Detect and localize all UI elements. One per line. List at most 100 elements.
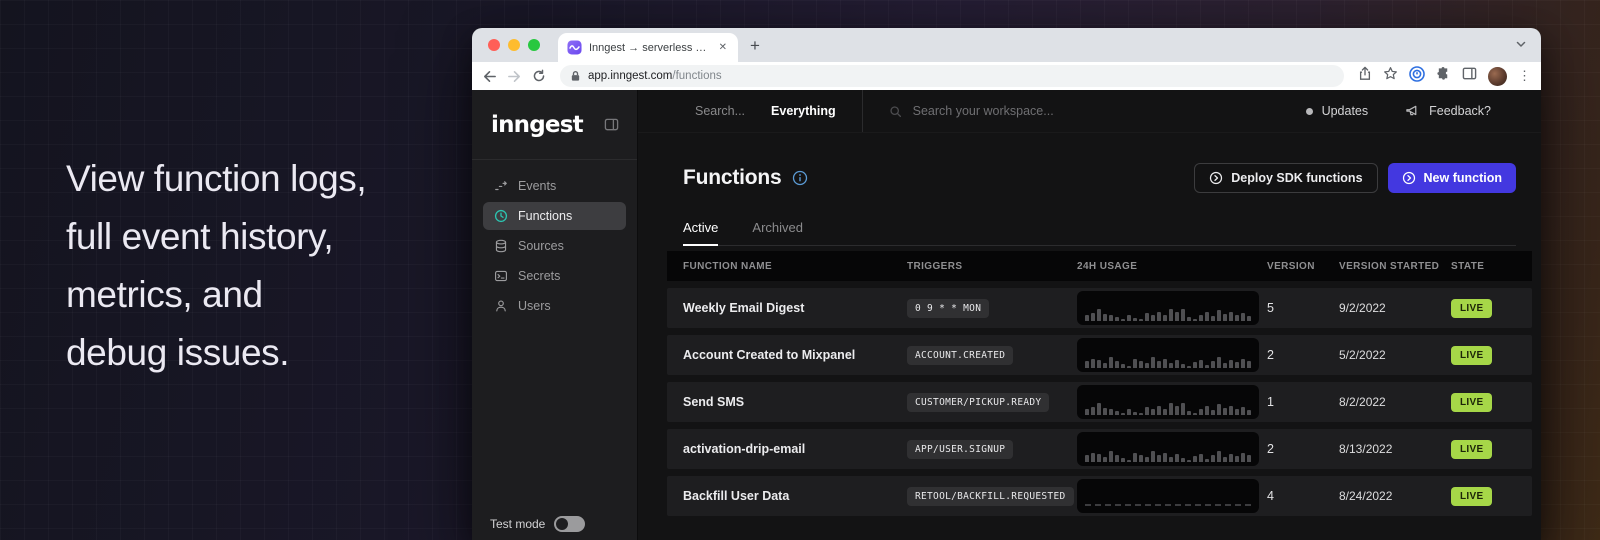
- usage-bar: [1151, 451, 1155, 462]
- usage-sparkline: [1077, 291, 1259, 325]
- sidebar-nav: Events Functions SourcesSecretsUsers: [472, 160, 637, 334]
- usage-bar: [1181, 403, 1185, 415]
- usage-bar: [1205, 365, 1209, 368]
- bookmark-star-icon[interactable]: [1383, 66, 1398, 86]
- usage-bar: [1115, 361, 1119, 368]
- forward-icon[interactable]: [507, 69, 522, 84]
- zoom-window-button[interactable]: [528, 39, 540, 51]
- usage-bar: [1091, 453, 1095, 462]
- usage-bar: [1097, 403, 1101, 415]
- onepassword-extension-icon[interactable]: [1409, 66, 1425, 87]
- usage-bar: [1109, 451, 1113, 462]
- usage-bar: [1247, 455, 1251, 462]
- browser-menu-icon[interactable]: ⋮: [1518, 68, 1531, 84]
- window-controls: [488, 39, 540, 51]
- version-value: 2: [1267, 348, 1339, 362]
- usage-bar: [1139, 361, 1143, 368]
- workspace-search-input[interactable]: Search your workspace...: [889, 104, 1054, 118]
- lock-icon: [570, 70, 581, 82]
- column-header: FUNCTION NAME: [683, 261, 907, 272]
- circle-play-icon: [1209, 171, 1223, 185]
- table-row[interactable]: Account Created to MixpanelACCOUNT.CREAT…: [667, 335, 1532, 375]
- usage-bar: [1235, 315, 1239, 321]
- search-scope[interactable]: Everything: [771, 104, 836, 118]
- trigger-cell: CUSTOMER/PICKUP.READY: [907, 392, 1077, 412]
- state-cell: LIVE: [1451, 486, 1516, 506]
- live-status-badge: LIVE: [1451, 393, 1492, 412]
- updates-link[interactable]: Updates: [1322, 104, 1369, 118]
- new-tab-button[interactable]: +: [750, 37, 760, 54]
- tab-active[interactable]: Active: [683, 220, 718, 245]
- usage-bar: [1103, 457, 1107, 462]
- column-header: VERSION STARTED: [1339, 261, 1451, 272]
- minimize-window-button[interactable]: [508, 39, 520, 51]
- chevron-down-icon[interactable]: [1515, 37, 1527, 55]
- hero-line: debug issues.: [66, 324, 366, 382]
- usage-bar: [1163, 409, 1167, 415]
- function-tabs: Active Archived: [683, 220, 1516, 246]
- side-panel-icon[interactable]: [1462, 66, 1477, 86]
- usage-bar: [1121, 364, 1125, 368]
- profile-avatar[interactable]: [1488, 67, 1507, 86]
- info-icon[interactable]: [792, 170, 808, 186]
- page-title: Functions: [683, 166, 782, 190]
- usage-bar: [1241, 453, 1245, 462]
- sidebar-item-events[interactable]: Events: [483, 172, 626, 200]
- sidebar-item-secrets[interactable]: Secrets: [483, 262, 626, 290]
- usage-bar: [1097, 454, 1101, 462]
- test-mode-toggle[interactable]: [554, 516, 585, 532]
- function-name: Weekly Email Digest: [683, 301, 907, 315]
- feedback-link[interactable]: Feedback?: [1429, 104, 1491, 118]
- share-icon[interactable]: [1358, 66, 1372, 86]
- usage-bar: [1121, 413, 1125, 415]
- usage-bar: [1199, 454, 1203, 462]
- tab-archived[interactable]: Archived: [752, 220, 803, 245]
- usage-sparkline: [1077, 385, 1259, 419]
- tab-close-icon[interactable]: ✕: [717, 42, 729, 53]
- usage-bar: [1139, 455, 1143, 462]
- usage-bar: [1133, 318, 1137, 321]
- back-icon[interactable]: [482, 69, 497, 84]
- table-row[interactable]: activation-drip-emailAPP/USER.SIGNUP28/1…: [667, 429, 1532, 469]
- main-area: Search... Everything Search your workspa…: [638, 90, 1541, 540]
- refresh-icon[interactable]: [532, 69, 546, 83]
- search-shortcut[interactable]: Search...: [695, 104, 745, 118]
- usage-bar: [1085, 315, 1089, 321]
- close-window-button[interactable]: [488, 39, 500, 51]
- version-started-value: 8/2/2022: [1339, 395, 1451, 409]
- trigger-badge: CUSTOMER/PICKUP.READY: [907, 393, 1049, 412]
- usage-bar: [1127, 460, 1131, 462]
- state-cell: LIVE: [1451, 298, 1516, 318]
- usage-bar: [1127, 366, 1131, 368]
- address-bar[interactable]: app.inngest.com/functions: [560, 65, 1344, 87]
- usage-bar: [1115, 455, 1119, 462]
- table-row[interactable]: Backfill User DataRETOOL/BACKFILL.REQUES…: [667, 476, 1532, 516]
- usage-bar: [1091, 407, 1095, 415]
- table-row[interactable]: Weekly Email Digest0 9 * * MON59/2/2022L…: [667, 288, 1532, 328]
- sidebar-collapse-icon[interactable]: [604, 117, 619, 132]
- sidebar-item-users[interactable]: Users: [483, 292, 626, 320]
- live-status-badge: LIVE: [1451, 299, 1492, 318]
- usage-bar: [1103, 314, 1107, 321]
- trigger-badge: ACCOUNT.CREATED: [907, 346, 1013, 365]
- sidebar-item-label: Functions: [518, 209, 572, 223]
- usage-bar: [1187, 317, 1191, 321]
- usage-bar: [1229, 360, 1233, 368]
- trigger-cell: ACCOUNT.CREATED: [907, 345, 1077, 365]
- usage-cell: [1077, 385, 1267, 419]
- new-function-button[interactable]: New function: [1388, 163, 1516, 193]
- usage-bar: [1181, 364, 1185, 368]
- trigger-cell: RETOOL/BACKFILL.REQUESTED: [907, 486, 1077, 506]
- trigger-badge: RETOOL/BACKFILL.REQUESTED: [907, 487, 1074, 506]
- browser-tab[interactable]: Inngest → serverless event-dri ✕: [558, 33, 738, 62]
- usage-bar: [1145, 363, 1149, 368]
- usage-sparkline: [1077, 432, 1259, 466]
- hero-text: View function logs,full event history,me…: [66, 150, 366, 382]
- usage-bar: [1241, 313, 1245, 321]
- sidebar-item-sources[interactable]: Sources: [483, 232, 626, 260]
- extensions-puzzle-icon[interactable]: [1436, 66, 1451, 86]
- table-row[interactable]: Send SMSCUSTOMER/PICKUP.READY18/2/2022LI…: [667, 382, 1532, 422]
- live-status-badge: LIVE: [1451, 440, 1492, 459]
- sidebar-item-functions[interactable]: Functions: [483, 202, 626, 230]
- deploy-sdk-functions-button[interactable]: Deploy SDK functions: [1194, 163, 1377, 193]
